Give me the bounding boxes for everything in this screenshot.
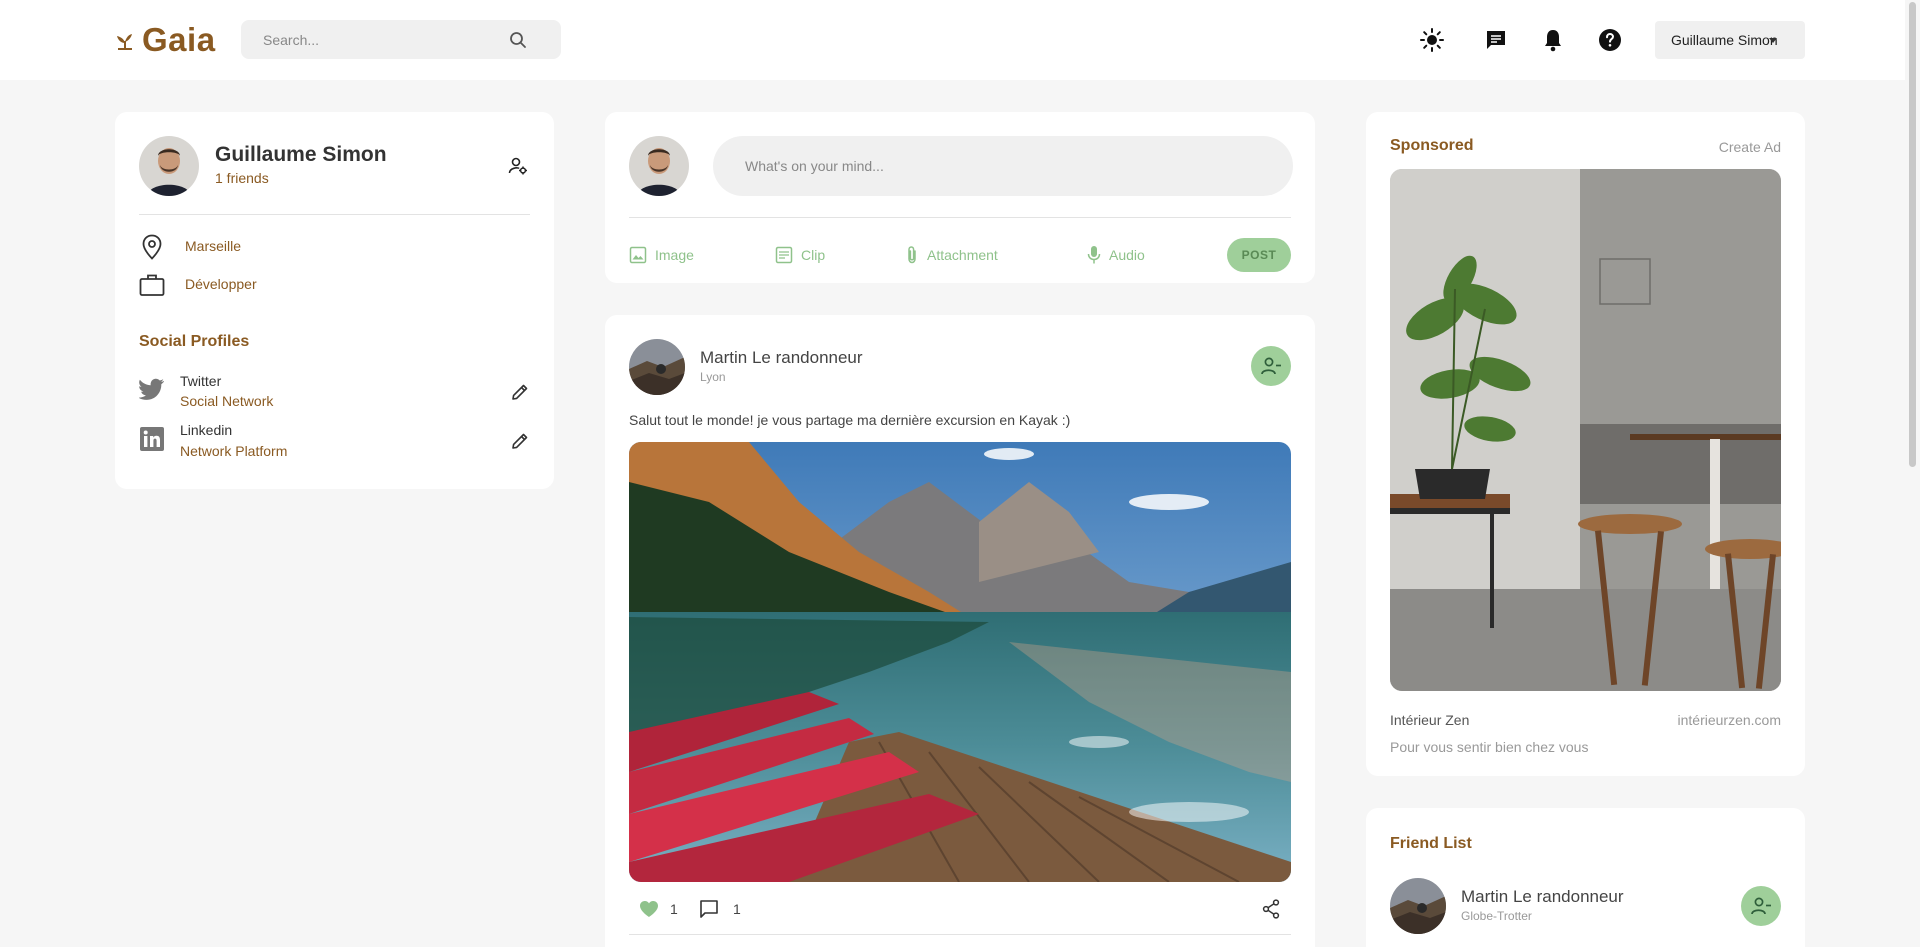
pencil-icon <box>512 433 528 449</box>
manage-friends-button[interactable] <box>508 156 528 176</box>
composer-image-button[interactable]: Image <box>629 243 694 267</box>
composer-audio-label: Audio <box>1109 247 1145 263</box>
user-settings-icon <box>508 157 527 175</box>
composer-image-label: Image <box>655 247 694 263</box>
scrollbar-thumb[interactable] <box>1909 2 1916 467</box>
profile-divider <box>139 214 530 215</box>
person-remove-icon <box>1261 357 1281 375</box>
profile-location: Marseille <box>185 238 242 254</box>
post-composer: Image Clip Attachment Audio POST <box>605 112 1315 283</box>
composer-attachment-button[interactable]: Attachment <box>905 243 998 267</box>
sponsored-image[interactable] <box>1390 169 1781 691</box>
post-author-location: Lyon <box>700 370 726 384</box>
friend-list-card: Friend List Martin Le randonneur Globe-T… <box>1366 808 1805 947</box>
chevron-down-icon <box>1769 38 1777 43</box>
social-linkedin-sub: Network Platform <box>180 443 288 459</box>
friend-remove-button[interactable] <box>1741 886 1781 926</box>
page-scrollbar[interactable] <box>1905 0 1920 947</box>
person-remove-icon <box>1751 897 1771 915</box>
ad-description: Pour vous sentir bien chez vous <box>1390 739 1589 755</box>
friend-avatar[interactable] <box>1390 878 1446 934</box>
search-icon[interactable] <box>509 31 527 49</box>
sprout-icon <box>117 34 132 50</box>
post-author-avatar[interactable] <box>629 339 685 395</box>
notifications-button[interactable] <box>1539 26 1567 54</box>
composer-audio-button[interactable]: Audio <box>1087 243 1145 267</box>
composer-divider <box>629 217 1291 218</box>
bell-icon <box>1545 30 1561 52</box>
theme-toggle-button[interactable] <box>1418 26 1446 54</box>
microphone-icon <box>1087 246 1101 264</box>
heart-icon <box>640 901 658 917</box>
briefcase-icon <box>139 272 165 298</box>
like-count: 1 <box>670 901 678 917</box>
search-bar <box>241 20 561 59</box>
user-menu-label: Guillaume Simon <box>1671 32 1778 48</box>
composer-input[interactable] <box>713 136 1293 196</box>
comment-button[interactable] <box>698 898 720 920</box>
search-input[interactable] <box>263 20 513 59</box>
composer-clip-button[interactable]: Clip <box>775 243 825 267</box>
profile-occupation: Développer <box>185 276 257 292</box>
social-profiles-title: Social Profiles <box>139 333 250 350</box>
image-icon <box>629 246 647 264</box>
ad-name: Intérieur Zen <box>1390 712 1470 728</box>
profile-card: Guillaume Simon 1 friends Marseille Déve… <box>115 112 554 489</box>
composer-avatar <box>629 136 689 196</box>
friend-name[interactable]: Martin Le randonneur <box>1461 887 1624 907</box>
sponsored-card: Sponsored Create Ad Intérieur Zen intéri… <box>1366 112 1805 776</box>
post-footer-divider <box>629 934 1291 935</box>
composer-attachment-label: Attachment <box>927 247 998 263</box>
comment-icon <box>700 900 718 918</box>
sponsored-title: Sponsored <box>1390 137 1474 154</box>
message-icon <box>1487 31 1505 49</box>
clip-icon <box>775 246 793 264</box>
share-icon <box>1262 899 1280 919</box>
help-icon <box>1599 29 1621 51</box>
twitter-icon <box>139 377 165 401</box>
top-navbar: Gaia Search... Guillaume Simon <box>0 0 1920 80</box>
profile-friends-count[interactable]: 1 friends <box>215 170 269 186</box>
social-twitter-sub: Social Network <box>180 393 274 409</box>
friend-list-title: Friend List <box>1390 835 1472 852</box>
feed-post: Martin Le randonneur Lyon Salut tout le … <box>605 315 1315 947</box>
sun-icon <box>1420 28 1444 52</box>
create-ad-link[interactable]: Create Ad <box>1719 139 1781 155</box>
share-button[interactable] <box>1260 898 1282 920</box>
post-text: Salut tout le monde! je vous partage ma … <box>629 412 1071 428</box>
linkedin-icon <box>139 426 165 452</box>
ad-site-link[interactable]: intérieurzen.com <box>1678 712 1782 728</box>
post-author-name[interactable]: Martin Le randonneur <box>700 348 863 368</box>
paperclip-icon <box>908 246 916 264</box>
post-image[interactable] <box>629 442 1291 882</box>
social-linkedin-name: Linkedin <box>180 422 233 438</box>
post-button[interactable]: POST <box>1227 238 1291 272</box>
pencil-icon <box>512 384 528 400</box>
post-add-friend-button[interactable] <box>1251 346 1291 386</box>
like-button[interactable] <box>638 898 660 920</box>
brand-name: Gaia <box>142 21 216 58</box>
messages-button[interactable] <box>1482 26 1510 54</box>
composer-clip-label: Clip <box>801 247 826 263</box>
brand-logo[interactable]: Gaia <box>114 18 216 62</box>
profile-name[interactable]: Guillaume Simon <box>215 143 387 167</box>
profile-avatar[interactable] <box>139 136 199 196</box>
comment-count: 1 <box>733 901 741 917</box>
edit-linkedin-button[interactable] <box>510 431 530 451</box>
user-menu-dropdown[interactable]: Guillaume Simon <box>1655 21 1805 59</box>
help-button[interactable] <box>1596 26 1624 54</box>
social-twitter-name: Twitter <box>180 373 222 389</box>
friend-subtitle: Globe-Trotter <box>1461 909 1532 923</box>
edit-twitter-button[interactable] <box>510 382 530 402</box>
location-pin-icon <box>139 234 165 260</box>
